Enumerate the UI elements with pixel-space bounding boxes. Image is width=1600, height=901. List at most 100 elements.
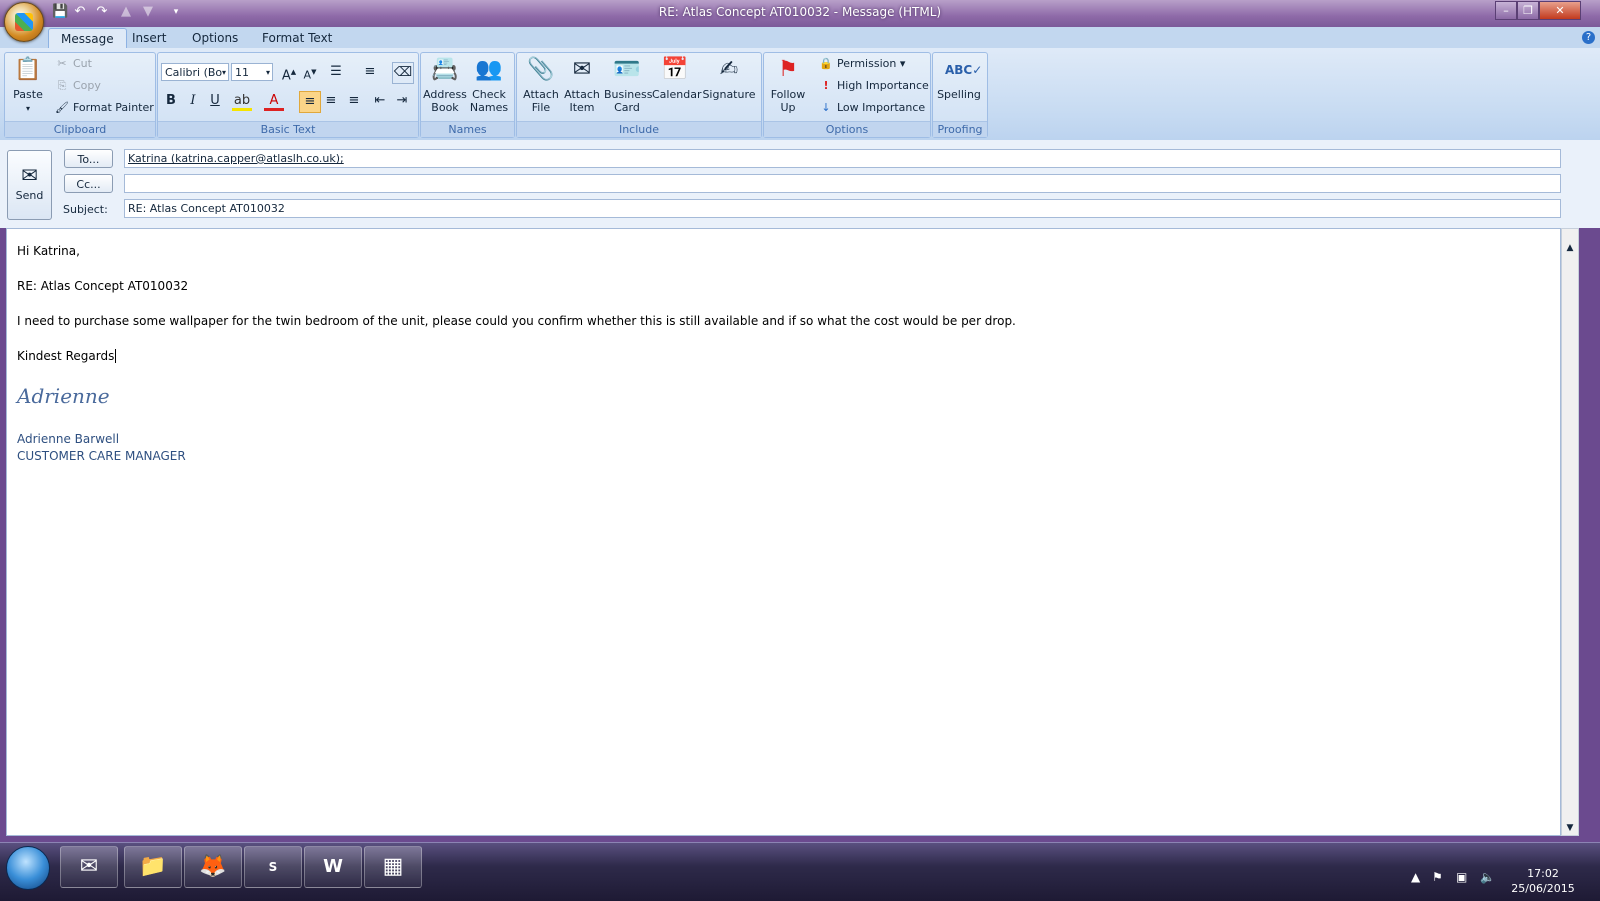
increase-indent-icon[interactable]: ⇥ [392,91,412,111]
cc-button[interactable]: Cc... [64,174,113,193]
network-icon[interactable]: ▣ [1456,870,1467,884]
calendar-button[interactable]: 📅 Calendar [652,56,701,101]
bold-icon[interactable]: B [161,91,181,111]
signature-label: Signature [702,88,756,101]
calendar-icon: 📅 [661,57,689,82]
action-center-icon[interactable]: ⚑ [1432,870,1443,884]
names-group-label: Names [421,121,514,137]
send-envelope-icon: ✉ [21,163,38,187]
options-group-label: Options [764,121,930,137]
font-name-select[interactable]: Calibri (Bo ▾ [161,63,229,81]
permission-label: Permission [837,57,897,70]
firefox-icon[interactable]: 🦊 [184,846,242,888]
address-book-button[interactable]: 📇 Address Book [422,56,468,114]
permission-icon: 🔒 [819,57,833,70]
office-button[interactable] [4,2,44,42]
send-button[interactable]: ✉ Send [7,150,52,220]
signature-script: Adrienne [17,384,110,408]
italic-icon[interactable]: I [183,91,203,111]
minimize-button[interactable]: – [1495,1,1517,20]
include-group-label: Include [517,121,761,137]
tab-insert[interactable]: Insert [120,28,178,48]
body-message: I need to purchase some wallpaper for th… [17,314,1016,328]
copy-label: Copy [73,79,101,92]
follow-up-button[interactable]: ⚑ Follow Up [767,56,809,114]
format-painter-button[interactable]: 🖌 Format Painter [54,98,154,118]
paste-button[interactable]: 📋 Paste ▾ [8,56,48,115]
scroll-down-icon[interactable]: ▼ [1562,823,1578,833]
high-importance-label: High Importance [837,79,929,92]
low-importance-label: Low Importance [837,101,926,114]
font-color-icon[interactable]: A [264,91,284,111]
sage-icon[interactable]: S [244,846,302,888]
check-names-button[interactable]: 👥 Check Names [468,56,510,114]
follow-up-label: Follow Up [770,88,806,114]
tab-message[interactable]: Message [48,28,127,49]
scroll-up-icon[interactable]: ▲ [1562,243,1578,253]
attach-file-button[interactable]: 📎 Attach File [520,56,562,114]
align-left-icon[interactable]: ≡ [299,91,321,113]
office-logo-icon [15,13,33,31]
send-label: Send [15,189,44,202]
volume-icon[interactable]: 🔈 [1480,870,1495,884]
format-painter-label: Format Painter [73,101,154,114]
envelope-icon: ✉ [572,57,592,82]
close-button[interactable]: ✕ [1539,1,1581,20]
permission-button[interactable]: 🔒 Permission ▾ [818,54,905,74]
signature-button[interactable]: ✍ Signature [702,56,756,101]
attach-item-label: Attach Item [564,88,600,114]
clock[interactable]: 17:02 25/06/2015 [1508,866,1578,896]
address-book-icon: 📇 [431,57,459,82]
business-card-button[interactable]: 🪪 Business Card [604,56,653,114]
tab-format-text[interactable]: Format Text [250,28,344,48]
maximize-button[interactable]: ❐ [1517,1,1539,20]
help-icon[interactable]: ? [1582,31,1595,44]
check-names-label: Check Names [469,88,509,114]
explorer-icon[interactable]: 📁 [124,846,182,888]
proofing-group-label: Proofing [933,121,987,137]
signature-title: CUSTOMER CARE MANAGER [17,449,186,463]
scissors-icon: ✂ [57,57,67,70]
vertical-scrollbar[interactable]: ▲ ▼ [1561,228,1579,836]
flag-icon: ⚑ [778,57,798,82]
tray-expand-icon[interactable]: ▲ [1411,870,1420,884]
spelling-button[interactable]: ABC✓ Spelling [934,56,984,101]
cc-field[interactable] [124,174,1561,193]
start-button[interactable] [6,846,50,890]
font-size-value: 11 [235,66,249,79]
shrink-font-icon[interactable]: A▼ [300,62,320,82]
low-importance-button[interactable]: ↓ Low Importance [818,98,925,118]
down-arrow-icon: ↓ [821,101,831,114]
paintbrush-icon: 🖌 [55,101,69,114]
address-book-label: Address Book [423,88,467,114]
to-button[interactable]: To... [64,149,113,168]
attach-item-button[interactable]: ✉ Attach Item [562,56,602,114]
body-closing: Kindest Regards [17,349,117,363]
subject-field[interactable]: RE: Atlas Concept AT010032 [124,199,1561,218]
numbering-icon[interactable]: ≡ [360,62,380,82]
tab-options[interactable]: Options [180,28,250,48]
app-icon[interactable]: ▦ [364,846,422,888]
window-title: RE: Atlas Concept AT010032 - Message (HT… [658,5,942,19]
font-size-select[interactable]: 11 ▾ [231,63,273,81]
signature-name: Adrienne Barwell [17,432,120,446]
check-names-icon: 👥 [475,57,503,82]
clipboard-icon: 📋 [14,57,42,82]
high-importance-button[interactable]: ! High Importance [818,76,929,96]
copy-button[interactable]: ⎘ Copy [54,76,101,96]
cut-button[interactable]: ✂ Cut [54,54,92,74]
cut-label: Cut [73,57,92,70]
align-right-icon[interactable]: ≡ [344,91,364,111]
bullets-icon[interactable]: ☰ [326,62,346,82]
clock-date: 25/06/2015 [1511,882,1575,895]
grow-font-icon[interactable]: A▲ [279,62,299,83]
outlook-icon[interactable]: ✉ [60,846,118,888]
body-greeting: Hi Katrina, [17,244,80,258]
align-center-icon[interactable]: ≡ [321,91,341,111]
highlight-icon[interactable]: ab [232,91,252,111]
decrease-indent-icon[interactable]: ⇤ [370,91,390,111]
word-icon[interactable]: W [304,846,362,888]
underline-icon[interactable]: U [205,91,225,111]
clear-formatting-icon[interactable]: ⌫ [392,62,414,84]
to-field[interactable]: Katrina (katrina.capper@atlaslh.co.uk); [124,149,1561,168]
